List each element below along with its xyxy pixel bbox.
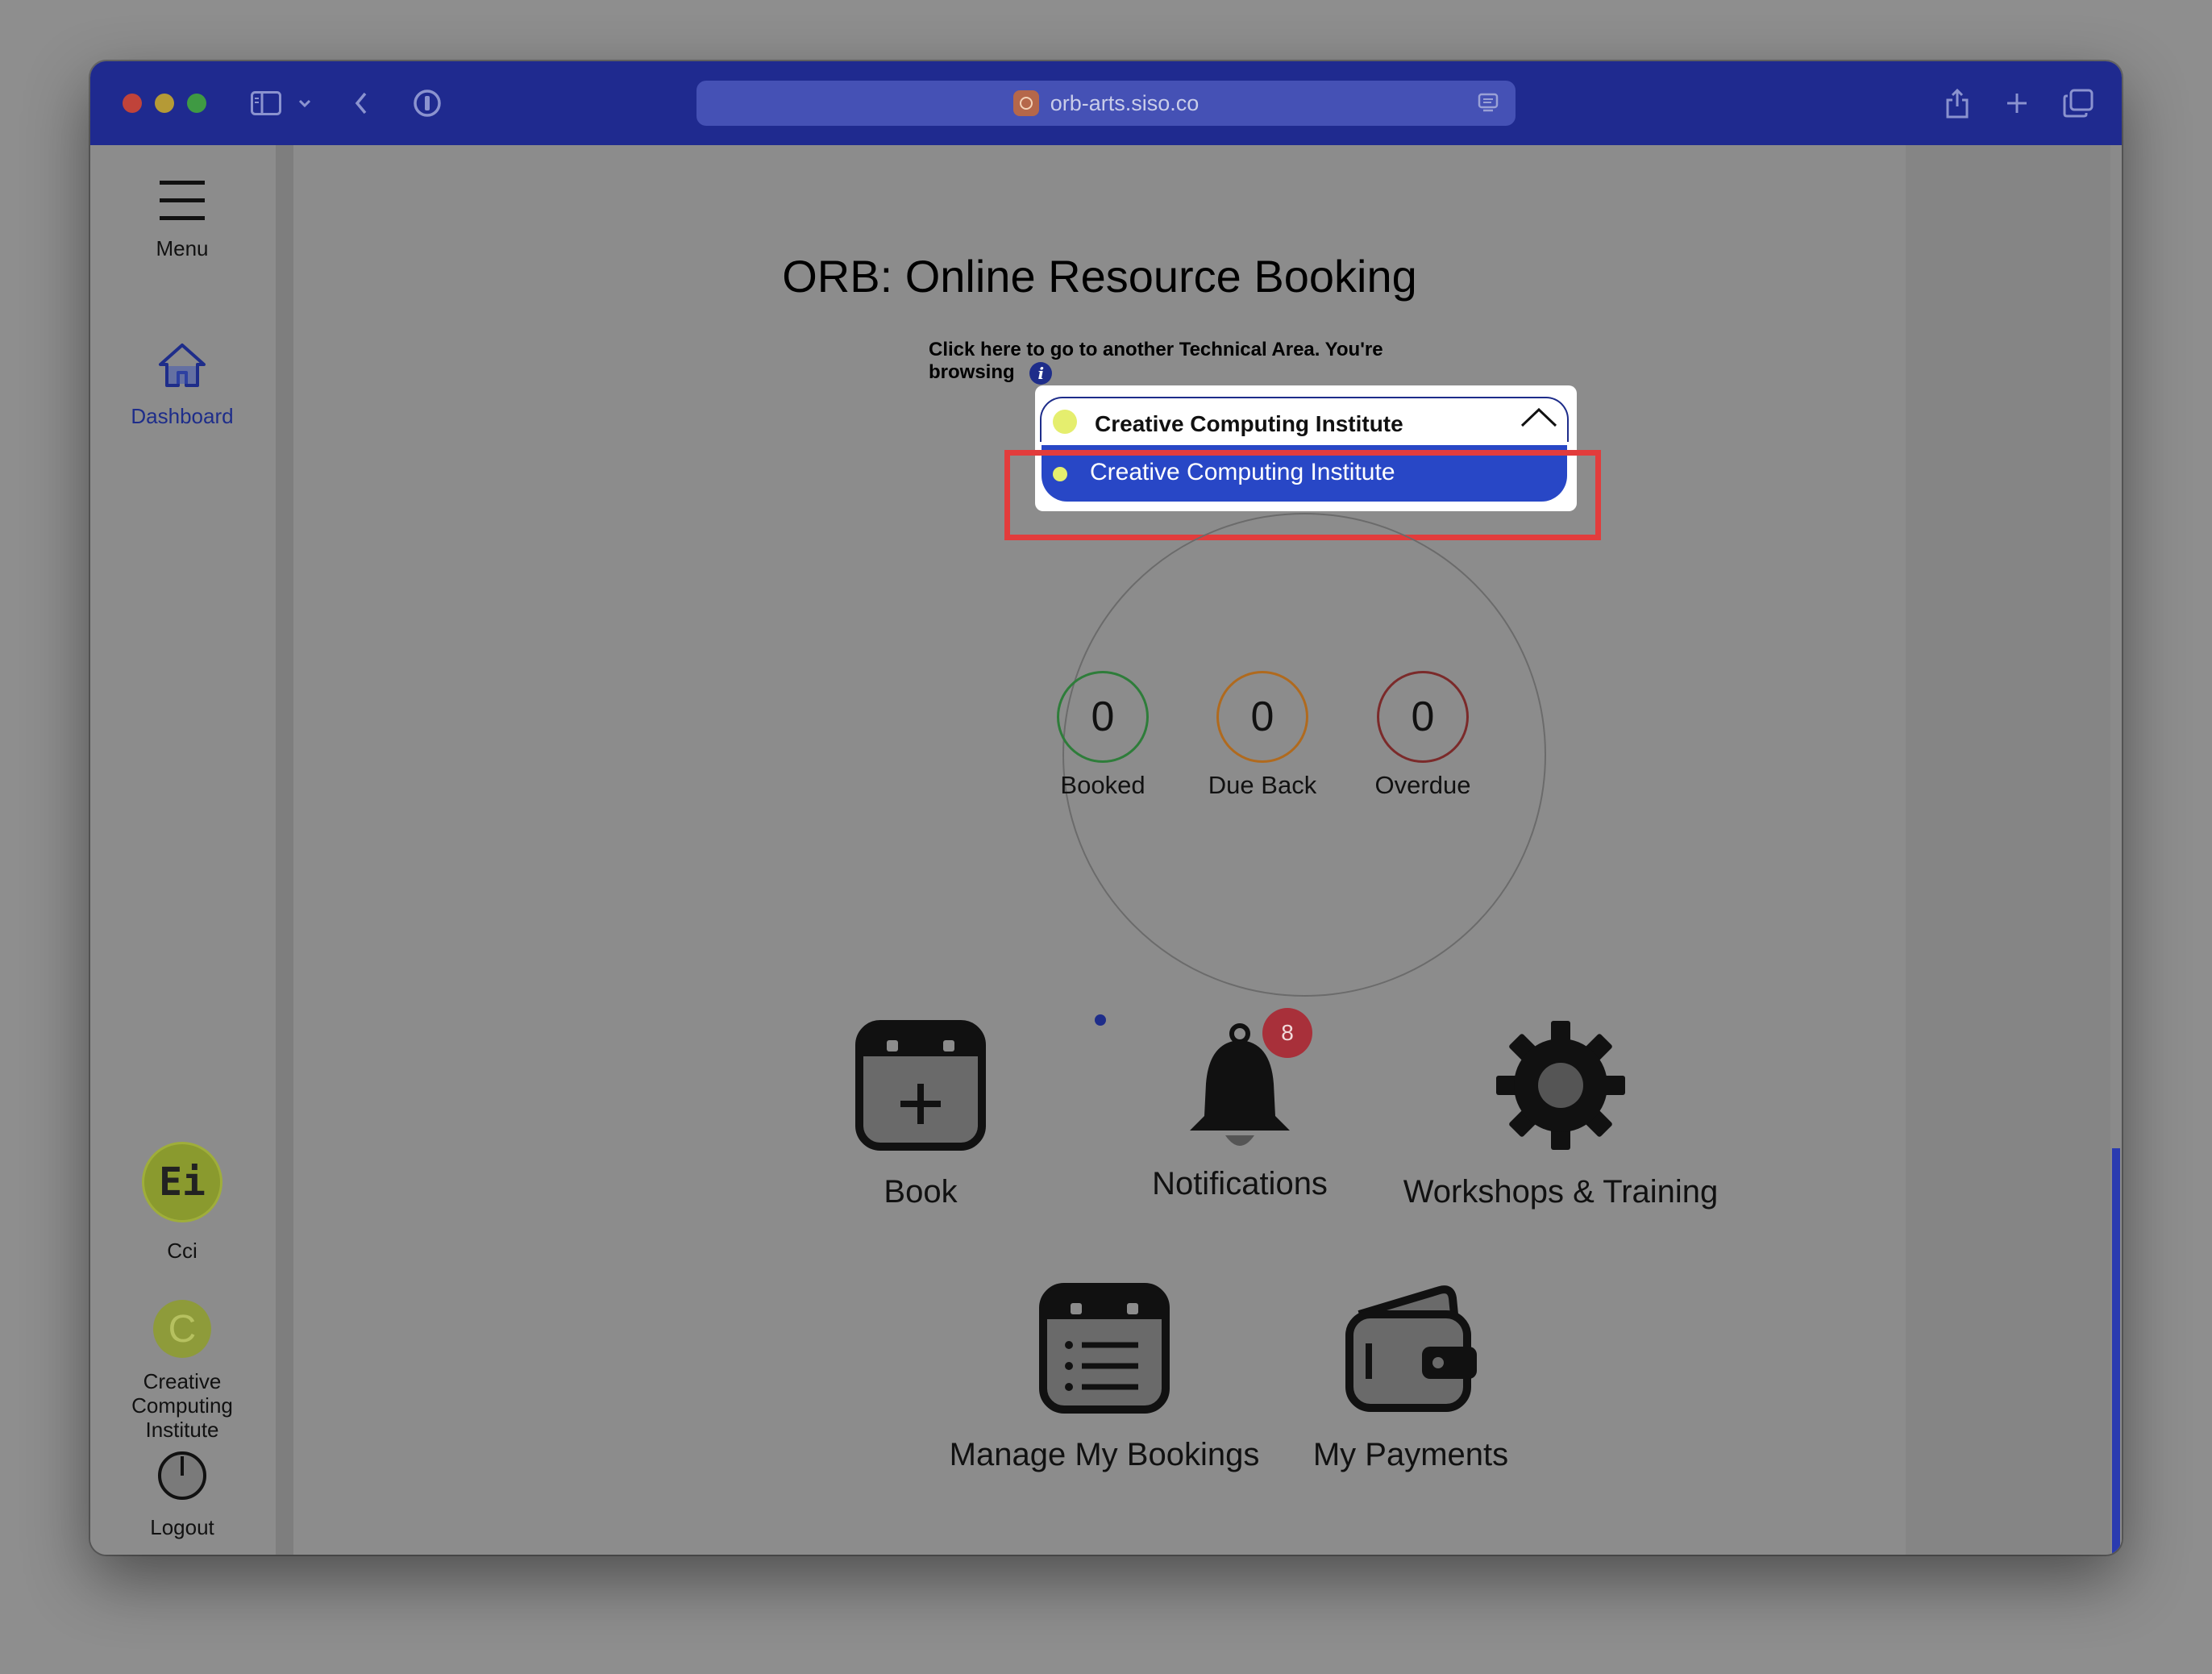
browser-window: orb-arts.siso.co Menu Dashboard Ei Cci C… (90, 61, 2122, 1555)
browser-toolbar: orb-arts.siso.co (90, 61, 2122, 145)
cci-logo-icon: Ei (142, 1142, 222, 1222)
status-dot-icon (1053, 410, 1077, 434)
notifications-label: Notifications (1152, 1166, 1328, 1201)
workshops-label: Workshops & Training (1403, 1174, 1719, 1210)
manage-bookings-tile[interactable]: Manage My Bookings (927, 1282, 1282, 1473)
new-tab-icon[interactable] (2001, 85, 2033, 121)
chevron-up-icon (1520, 407, 1557, 427)
technical-area-hint: Click here to go to another Technical Ar… (929, 339, 1412, 385)
due-back-label: Due Back (1208, 771, 1317, 799)
stat-booked[interactable]: 0 Booked (1030, 671, 1175, 800)
main-content: ORB: Online Resource Booking Click here … (293, 145, 1906, 1555)
institute-account[interactable]: C Creative Computing Institute (90, 1300, 274, 1442)
notifications-badge: 8 (1262, 1008, 1312, 1058)
reader-mode-icon[interactable] (1477, 92, 1499, 120)
home-icon (159, 344, 206, 387)
dashboard-label: Dashboard (131, 404, 234, 428)
calendar-plus-icon (855, 1020, 986, 1151)
chevron-down-icon[interactable] (295, 85, 314, 121)
url-text: orb-arts.siso.co (1050, 90, 1200, 115)
dashboard-link[interactable]: Dashboard (90, 342, 274, 429)
sidebar-toggle-icon[interactable] (248, 85, 284, 121)
menu-button[interactable]: Menu (90, 177, 274, 261)
due-back-count-ring: 0 (1216, 671, 1308, 763)
password-manager-icon[interactable] (410, 85, 445, 121)
wallet-icon (1345, 1285, 1477, 1412)
tab-overview-icon[interactable] (2060, 85, 2096, 121)
area-hint-text: Click here to go to another Technical Ar… (929, 339, 1383, 383)
hamburger-icon (160, 181, 205, 220)
page-title: ORB: Online Resource Booking (782, 251, 1417, 302)
stat-due-back[interactable]: 0 Due Back (1190, 671, 1335, 800)
cci-label: Cci (167, 1239, 198, 1263)
zoom-window-button[interactable] (187, 94, 206, 113)
logout-label: Logout (150, 1515, 214, 1539)
payments-tile[interactable]: My Payments (1249, 1282, 1572, 1473)
app-sidebar: Menu Dashboard Ei Cci C Creative Computi… (90, 145, 274, 1555)
overdue-count-ring: 0 (1377, 671, 1469, 763)
selected-area-text: Creative Computing Institute (1095, 411, 1403, 436)
share-icon[interactable] (1941, 85, 1973, 121)
info-icon[interactable]: i (1029, 361, 1053, 385)
payments-label: My Payments (1312, 1437, 1509, 1472)
booked-count: 0 (1091, 693, 1115, 740)
scrollbar-thumb[interactable] (2112, 1148, 2120, 1555)
cci-logo-text: Ei (159, 1160, 206, 1205)
calendar-list-icon (1039, 1283, 1170, 1414)
menu-label: Menu (156, 236, 209, 260)
technical-area-select[interactable]: Creative Computing Institute (1040, 397, 1569, 442)
power-icon (158, 1451, 206, 1500)
carousel-dot[interactable] (1095, 1014, 1106, 1026)
stat-overdue[interactable]: 0 Overdue (1350, 671, 1495, 800)
manage-bookings-label: Manage My Bookings (949, 1437, 1260, 1472)
institute-avatar: C (153, 1300, 211, 1358)
book-tile[interactable]: Book (792, 1019, 1050, 1210)
book-label: Book (884, 1174, 958, 1210)
due-back-count: 0 (1250, 693, 1274, 740)
workshops-training-tile[interactable]: Workshops & Training (1383, 1019, 1738, 1210)
booked-label: Booked (1060, 771, 1146, 799)
overdue-count: 0 (1411, 693, 1435, 740)
minimize-window-button[interactable] (155, 94, 174, 113)
site-favicon-icon (1012, 90, 1039, 116)
notifications-tile[interactable]: 8 Notifications (1111, 1008, 1369, 1202)
close-window-button[interactable] (123, 94, 142, 113)
logout-button[interactable]: Logout (90, 1450, 274, 1540)
cci-account[interactable]: Ei Cci (90, 1142, 274, 1264)
right-gutter (1906, 145, 2110, 1555)
sidebar-divider (276, 145, 293, 1555)
address-bar[interactable]: orb-arts.siso.co (696, 81, 1516, 126)
back-arrow-icon[interactable] (351, 85, 371, 121)
institute-initial: C (168, 1307, 197, 1351)
institute-label: Creative Computing Institute (131, 1369, 233, 1442)
gear-icon (1496, 1021, 1625, 1150)
bell-icon-wrapper: 8 (1174, 1008, 1312, 1151)
overdue-label: Overdue (1374, 771, 1471, 799)
booked-count-ring: 0 (1057, 671, 1149, 763)
